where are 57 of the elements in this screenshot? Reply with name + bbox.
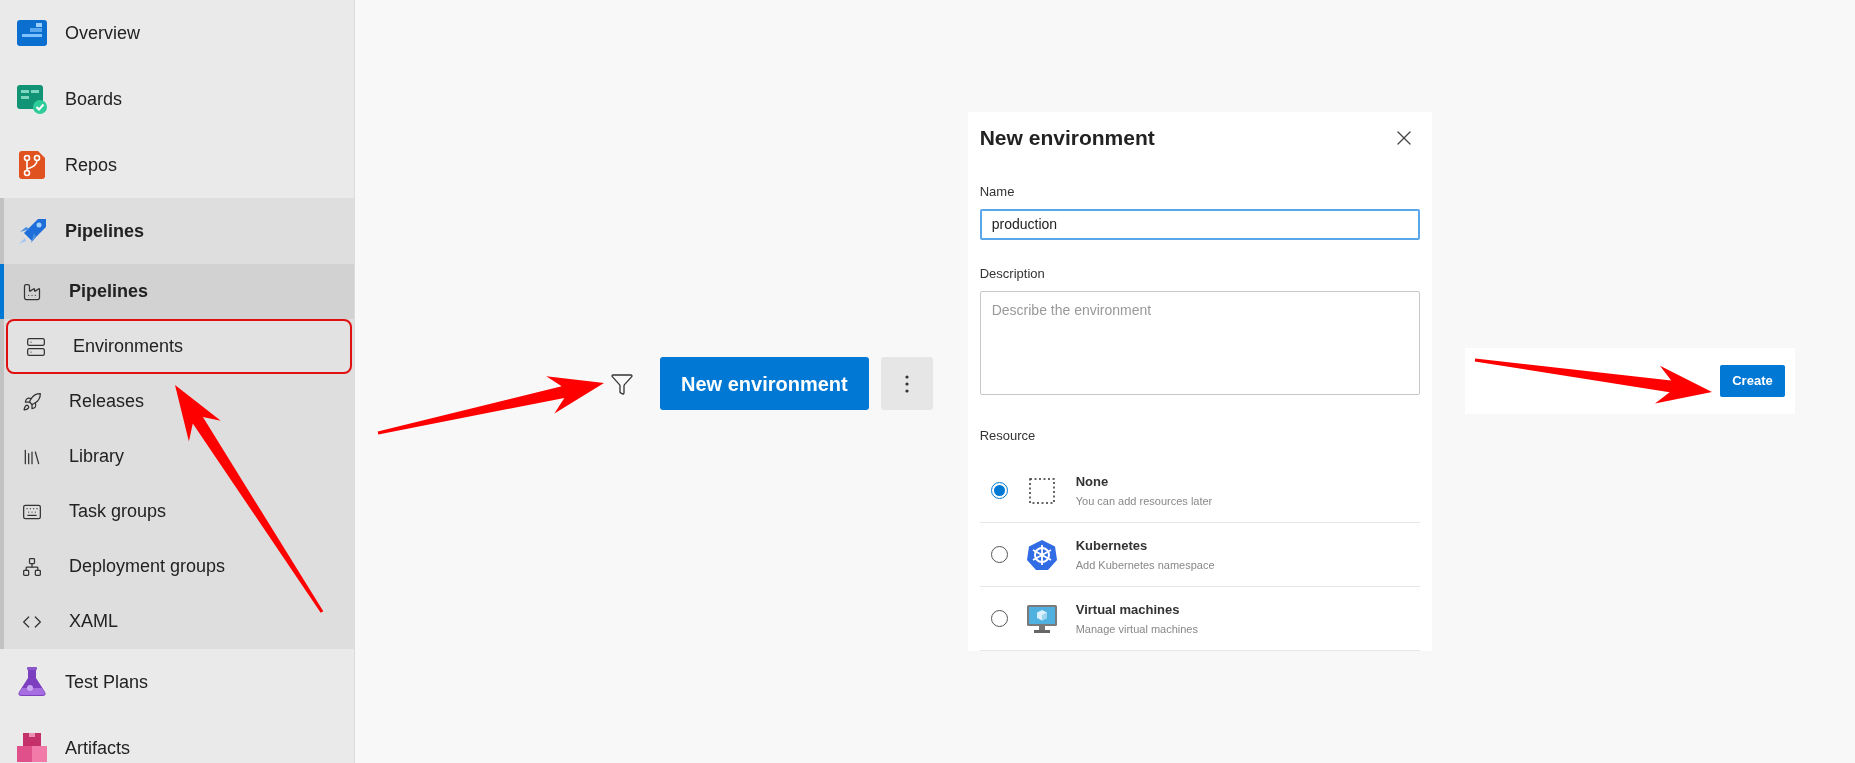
option-subtitle: You can add resources later <box>1075 493 1213 509</box>
nav-label: Repos <box>65 153 118 177</box>
dialog-title: New environment <box>979 125 1155 151</box>
rocket-icon <box>22 391 42 412</box>
helm-wheel-icon <box>1025 538 1058 571</box>
field-label: Name <box>979 182 1016 201</box>
nav-label: Overview <box>65 21 140 45</box>
nav-subitem[interactable]: Releases <box>4 374 354 429</box>
flask-icon <box>16 666 48 698</box>
nav-subitem[interactable]: Deployment groups <box>4 539 354 594</box>
nav-subitem[interactable]: XAML <box>4 594 354 649</box>
nav-item[interactable]: Repos <box>0 132 354 198</box>
description-input-field[interactable]: Describe the environment <box>979 291 1420 395</box>
nav-item[interactable]: Test Plans <box>0 649 354 715</box>
board-check-icon <box>16 83 48 115</box>
monitor-cube-icon <box>1025 602 1058 635</box>
nav-label: XAML <box>69 610 119 633</box>
nav-label: Deployment groups <box>69 555 226 578</box>
nav-label: Library <box>69 445 125 468</box>
nav-subitem[interactable]: Pipelines <box>0 264 354 319</box>
nav-label: Artifacts <box>65 736 130 760</box>
dotted-square-icon <box>1028 477 1055 504</box>
nav-label: Releases <box>69 390 145 413</box>
nav-subitem[interactable]: Environments <box>6 319 352 374</box>
nav-label: Pipelines <box>65 219 145 243</box>
option-title: Kubernetes <box>1075 537 1149 555</box>
nav-item[interactable]: Artifacts <box>0 715 354 763</box>
name-input-field[interactable]: production <box>979 209 1420 240</box>
field-label: Resource <box>979 426 1037 445</box>
field-label: Description <box>979 264 1046 283</box>
nav-label: Task groups <box>69 500 167 523</box>
nav-item[interactable]: Pipelines <box>4 198 354 264</box>
filter-icon[interactable] <box>610 371 634 396</box>
more-vertical-icon <box>904 374 909 393</box>
nav-item[interactable]: Boards <box>0 66 354 132</box>
resource-option[interactable]: Kubernetes Add Kubernetes namespace <box>979 523 1420 587</box>
network-icon <box>22 556 42 577</box>
resource-option[interactable]: None You can add resources later <box>979 459 1420 523</box>
option-title: None <box>1075 473 1110 491</box>
package-icon <box>16 732 48 763</box>
chart-tile-icon <box>16 17 48 49</box>
nav-item[interactable]: Overview <box>0 0 354 66</box>
nav-label: Test Plans <box>65 670 149 694</box>
nav-label: Boards <box>65 87 123 111</box>
factory-icon <box>22 281 42 302</box>
option-title: Virtual machines <box>1075 601 1181 619</box>
nav-subitem[interactable]: Library <box>4 429 354 484</box>
nav-label: Environments <box>73 335 184 358</box>
resource-option[interactable]: Virtual machines Manage virtual machines <box>979 587 1420 651</box>
nav-subitem[interactable]: Task groups <box>4 484 354 539</box>
create-button[interactable]: Create <box>1720 365 1785 397</box>
option-subtitle: Add Kubernetes namespace <box>1075 557 1215 573</box>
option-subtitle: Manage virtual machines <box>1075 621 1198 637</box>
branch-tile-icon <box>16 149 48 181</box>
nav-label: Pipelines <box>69 280 149 303</box>
server-icon <box>26 336 46 357</box>
new-environment-button[interactable]: New environment <box>660 357 869 410</box>
